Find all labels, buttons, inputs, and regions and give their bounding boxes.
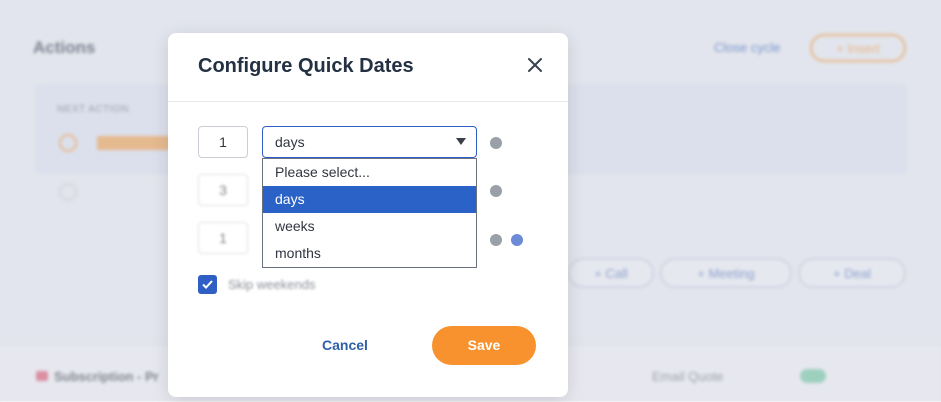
configure-quick-dates-modal: Configure Quick Dates 1 days 3 1 Skip we…	[168, 33, 568, 397]
chevron-down-icon	[456, 138, 466, 145]
select-value: days	[275, 134, 305, 150]
close-icon	[528, 58, 542, 72]
modal-header: Configure Quick Dates	[168, 33, 568, 102]
dropdown-option-weeks[interactable]: weeks	[263, 213, 476, 240]
remove-icon[interactable]	[511, 234, 523, 246]
dropdown-option-placeholder[interactable]: Please select...	[263, 159, 476, 186]
modal-title: Configure Quick Dates	[198, 55, 414, 77]
close-button[interactable]	[523, 53, 547, 77]
save-button[interactable]: Save	[432, 326, 536, 365]
check-icon	[202, 280, 213, 289]
cancel-button[interactable]: Cancel	[302, 330, 388, 360]
dropdown-option-days[interactable]: days	[263, 186, 476, 213]
skip-weekends-checkbox[interactable]	[198, 275, 217, 294]
quick-date-1-unit-select[interactable]: days	[262, 126, 477, 158]
quick-date-1-number-input[interactable]: 1	[198, 126, 248, 158]
quick-date-2-number-input[interactable]: 3	[198, 174, 248, 206]
quick-date-3-number-input[interactable]: 1	[198, 222, 248, 254]
info-icon[interactable]	[490, 234, 502, 246]
dropdown-option-months[interactable]: months	[263, 240, 476, 267]
unit-dropdown-list: Please select... days weeks months	[262, 158, 477, 268]
info-icon[interactable]	[490, 185, 502, 197]
skip-weekends-label: Skip weekends	[228, 277, 316, 292]
info-icon[interactable]	[490, 137, 502, 149]
